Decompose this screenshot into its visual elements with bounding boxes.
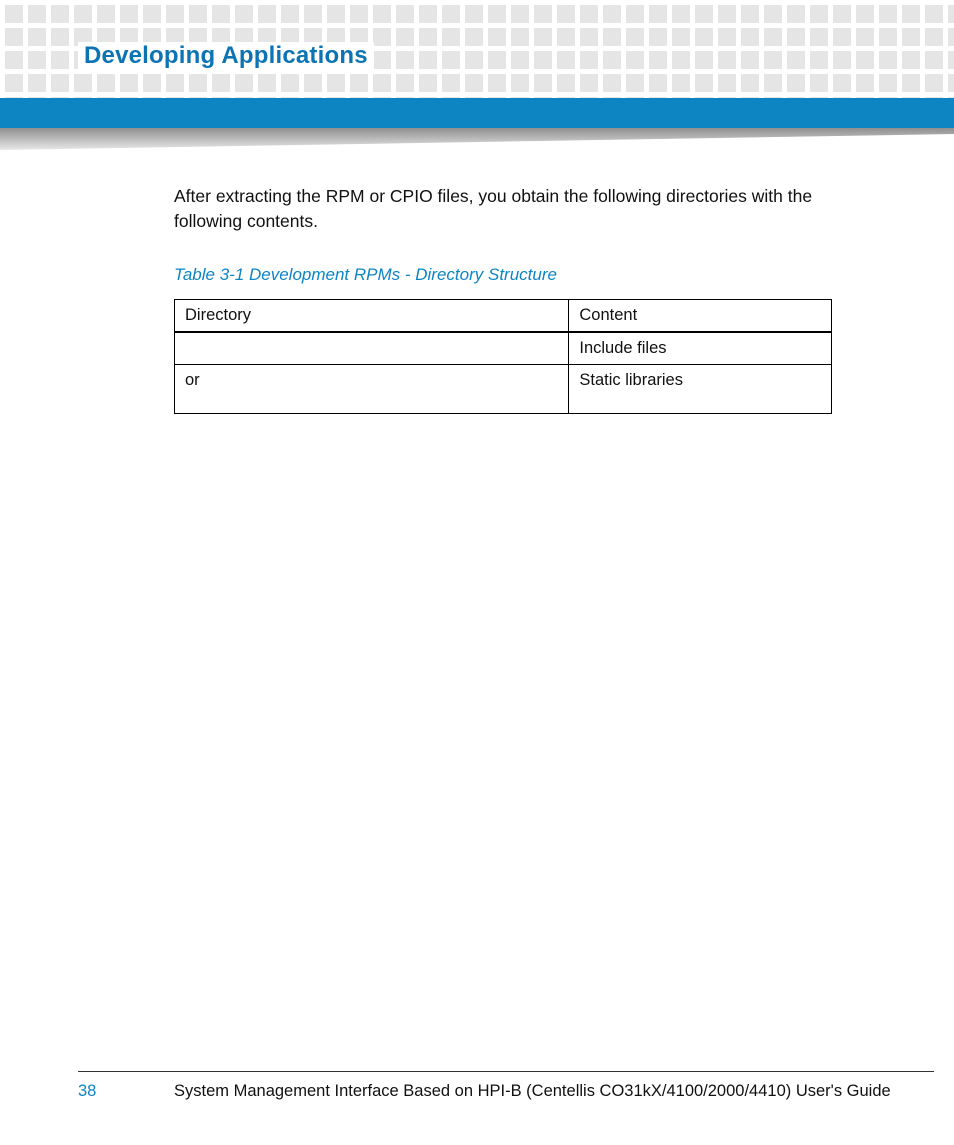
intro-paragraph: After extracting the RPM or CPIO files, … [174,184,880,235]
cell-directory [175,332,569,365]
table-header-row: Directory Content [175,299,832,332]
header-blue-bar [0,98,954,128]
content-area: After extracting the RPM or CPIO files, … [174,184,880,414]
header-wedge-divider [0,128,954,156]
cell-directory: or [175,364,569,413]
table-caption: Table 3-1 Development RPMs - Directory S… [174,265,880,285]
page-title: Developing Applications [78,42,374,70]
table-row: Include files [175,332,832,365]
footer-doc-title: System Management Interface Based on HPI… [174,1082,934,1101]
page-footer: 38 System Management Interface Based on … [78,1071,934,1101]
directory-structure-table: Directory Content Include files or Stati… [174,299,832,414]
table-header-content: Content [569,299,832,332]
cell-content: Static libraries [569,364,832,413]
table-row: or Static libraries [175,364,832,413]
page-number: 38 [78,1082,174,1101]
cell-content: Include files [569,332,832,365]
table-header-directory: Directory [175,299,569,332]
